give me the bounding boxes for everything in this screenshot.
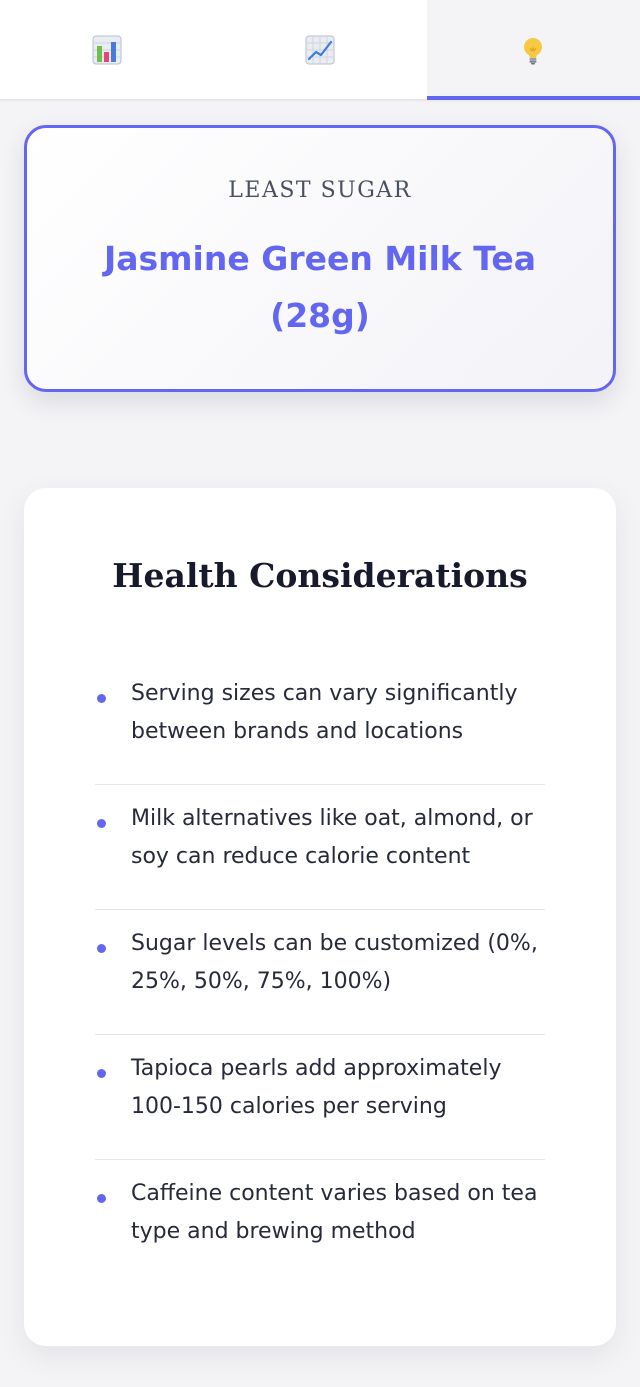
list-item: Serving sizes can vary significantly bet… bbox=[95, 660, 545, 785]
tab-trends[interactable] bbox=[213, 0, 426, 99]
list-item-text: Caffeine content varies based on tea typ… bbox=[131, 1181, 538, 1244]
health-list: Serving sizes can vary significantly bet… bbox=[95, 660, 545, 1285]
bar-chart-icon bbox=[91, 34, 123, 66]
list-item-text: Serving sizes can vary significantly bet… bbox=[131, 681, 518, 744]
list-item-text: Tapioca pearls add approximately 100-150… bbox=[131, 1056, 502, 1119]
trend-line-icon bbox=[304, 34, 336, 66]
list-item: Tapioca pearls add approximately 100-150… bbox=[95, 1035, 545, 1160]
bullet-icon bbox=[97, 819, 106, 828]
bullet-icon bbox=[97, 1194, 106, 1203]
bullet-icon bbox=[97, 694, 106, 703]
bullet-icon bbox=[97, 944, 106, 953]
tab-overview[interactable] bbox=[0, 0, 213, 99]
list-item: Caffeine content varies based on tea typ… bbox=[95, 1160, 545, 1285]
list-item: Sugar levels can be customized (0%, 25%,… bbox=[95, 910, 545, 1035]
health-considerations-card: Health Considerations Serving sizes can … bbox=[24, 488, 616, 1346]
lightbulb-icon bbox=[517, 34, 549, 66]
least-sugar-value: Jasmine Green Milk Tea (28g) bbox=[103, 239, 537, 335]
list-item-text: Sugar levels can be customized (0%, 25%,… bbox=[131, 931, 538, 994]
health-title: Health Considerations bbox=[112, 556, 528, 595]
list-item-text: Milk alternatives like oat, almond, or s… bbox=[131, 806, 533, 869]
tab-insights[interactable] bbox=[426, 0, 640, 100]
least-sugar-card: LEAST SUGAR Jasmine Green Milk Tea (28g) bbox=[24, 125, 616, 392]
bullet-icon bbox=[97, 1069, 106, 1078]
list-item: Milk alternatives like oat, almond, or s… bbox=[95, 785, 545, 910]
least-sugar-label: LEAST SUGAR bbox=[228, 178, 412, 203]
tab-bar bbox=[0, 0, 640, 100]
